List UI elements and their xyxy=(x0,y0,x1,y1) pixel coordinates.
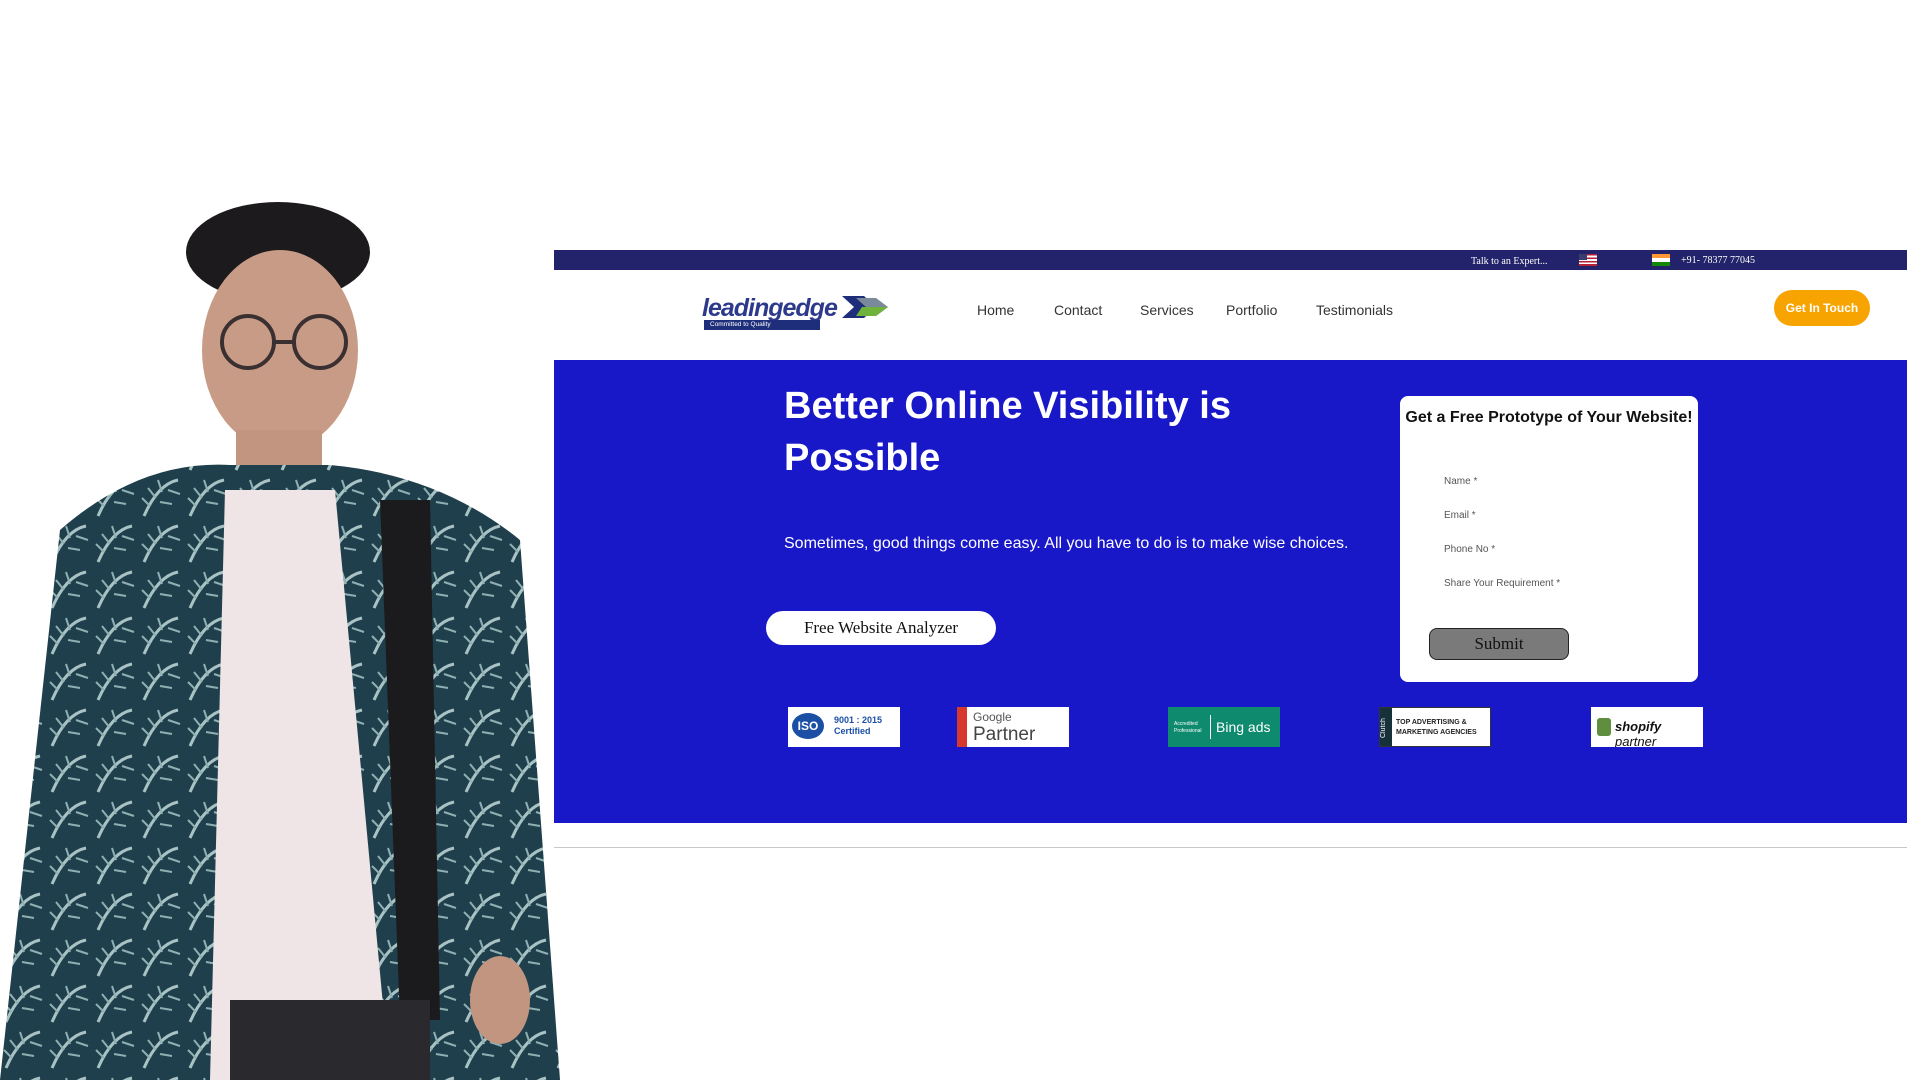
logo-tagline: Committed to Quality xyxy=(704,320,820,330)
nav-contact[interactable]: Contact xyxy=(1054,302,1102,318)
bing-ads-badge: Accredited Professional Bing ads xyxy=(1168,707,1280,747)
person-photo xyxy=(0,202,560,1080)
google-premier-strip xyxy=(957,707,967,747)
prototype-form: Get a Free Prototype of Your Website! Su… xyxy=(1400,396,1698,682)
form-title: Get a Free Prototype of Your Website! xyxy=(1405,409,1693,426)
name-field[interactable] xyxy=(1444,472,1664,490)
hero-subtitle: Sometimes, good things come easy. All yo… xyxy=(784,535,1349,552)
submit-button[interactable]: Submit xyxy=(1429,628,1569,660)
logo[interactable]: leadingedge Committed to Quality xyxy=(702,290,892,334)
shopify-partner-badge: shopify partner xyxy=(1591,707,1703,747)
nav-services[interactable]: Services xyxy=(1140,302,1194,318)
bing-divider xyxy=(1210,715,1211,739)
hero-title: Better Online Visibility is Possible xyxy=(784,385,1231,479)
bing-ads-text: Bing ads xyxy=(1216,719,1271,735)
nav-home[interactable]: Home xyxy=(977,302,1014,318)
top-bar: Talk to an Expert... +91- 78377 77045 xyxy=(554,250,1907,270)
iso-standard: 9001 : 2015 xyxy=(834,715,883,725)
shopify-brand: shopify xyxy=(1615,719,1662,734)
iso-mark: ISO xyxy=(792,713,824,739)
clutch-badge: Clutch TOP ADVERTISING & MARKETING AGENC… xyxy=(1379,707,1491,747)
logo-wordmark: leadingedge xyxy=(702,294,838,322)
clutch-line-2: MARKETING AGENCIES xyxy=(1396,729,1477,736)
clutch-side-label: Clutch xyxy=(1380,708,1392,746)
shopify-partner-text: partner xyxy=(1615,734,1657,747)
google-partner-badge: Google Partner xyxy=(957,707,1069,747)
google-brand: Google xyxy=(973,710,1012,724)
us-flag-icon[interactable] xyxy=(1579,254,1597,266)
free-website-analyzer-button[interactable]: Free Website Analyzer xyxy=(766,611,996,645)
iso-certified: Certified xyxy=(834,726,871,736)
nav-portfolio[interactable]: Portfolio xyxy=(1226,302,1277,318)
requirement-field[interactable] xyxy=(1444,574,1664,592)
phone-field[interactable] xyxy=(1444,540,1664,558)
website-screenshot: Talk to an Expert... +91- 78377 77045 le… xyxy=(554,250,1907,850)
phone-number[interactable]: +91- 78377 77045 xyxy=(1681,255,1755,266)
talk-to-expert-link[interactable]: Talk to an Expert... xyxy=(1471,256,1548,267)
bing-accredited: Accredited Professional xyxy=(1174,721,1202,734)
navbar: leadingedge Committed to Quality Home Co… xyxy=(554,270,1907,360)
divider xyxy=(554,847,1907,848)
nav-testimonials[interactable]: Testimonials xyxy=(1316,302,1393,318)
iso-badge: ISO 9001 : 2015 Certified xyxy=(788,707,900,747)
hero-section: Better Online Visibility is Possible Som… xyxy=(554,360,1907,823)
shopify-bag-icon xyxy=(1597,718,1611,736)
email-field[interactable] xyxy=(1444,506,1664,524)
google-partner-text: Partner xyxy=(973,724,1036,745)
india-flag-icon[interactable] xyxy=(1652,254,1670,266)
clutch-line-1: TOP ADVERTISING & xyxy=(1396,719,1467,726)
get-in-touch-button[interactable]: Get In Touch xyxy=(1774,290,1870,326)
logo-arrow-icon xyxy=(842,296,888,318)
